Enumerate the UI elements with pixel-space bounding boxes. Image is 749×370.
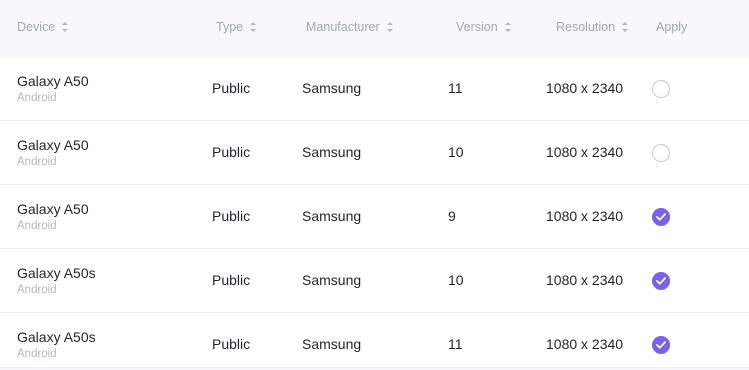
column-header-apply: Apply <box>656 18 687 36</box>
check-icon <box>656 277 666 285</box>
column-header-manufacturer-label: Manufacturer <box>306 20 380 34</box>
device-table: Device Type Manufacturer Version Resolut… <box>0 0 749 370</box>
device-manufacturer: Samsung <box>302 336 362 352</box>
device-resolution: 1080 x 2340 <box>546 272 624 288</box>
device-manufacturer: Samsung <box>302 272 362 288</box>
device-manufacturer: Samsung <box>302 144 362 160</box>
column-header-type[interactable]: Type <box>216 18 257 36</box>
column-header-version-label: Version <box>456 20 498 34</box>
apply-radio[interactable] <box>652 208 670 226</box>
device-name: Galaxy A50 <box>17 73 89 89</box>
device-type: Public <box>212 208 251 224</box>
sort-icon[interactable] <box>61 20 69 34</box>
sort-icon[interactable] <box>504 20 512 34</box>
column-header-device-label: Device <box>17 20 56 34</box>
check-icon <box>656 213 666 221</box>
device-version: 10 <box>448 272 464 288</box>
column-header-resolution-label: Resolution <box>556 20 616 34</box>
device-os: Android <box>17 156 57 168</box>
device-os: Android <box>17 220 57 232</box>
device-manufacturer: Samsung <box>302 80 362 96</box>
device-name: Galaxy A50 <box>17 137 89 153</box>
device-name: Galaxy A50s <box>17 265 96 281</box>
device-os: Android <box>17 284 57 296</box>
table-row[interactable]: Galaxy A50 Android Public Samsung 11 108… <box>0 57 749 121</box>
device-version: 10 <box>448 144 464 160</box>
device-type: Public <box>212 144 251 160</box>
device-manufacturer: Samsung <box>302 208 362 224</box>
device-name: Galaxy A50s <box>17 329 96 345</box>
apply-radio[interactable] <box>652 80 670 98</box>
sort-icon[interactable] <box>621 20 629 34</box>
sort-icon[interactable] <box>249 20 257 34</box>
device-version: 9 <box>448 208 456 224</box>
column-header-apply-label: Apply <box>656 20 688 34</box>
device-os: Android <box>17 92 57 104</box>
sort-icon[interactable] <box>386 20 394 34</box>
apply-radio[interactable] <box>652 272 670 290</box>
device-resolution: 1080 x 2340 <box>546 336 624 352</box>
apply-radio[interactable] <box>652 144 670 162</box>
table-row[interactable]: Galaxy A50 Android Public Samsung 10 108… <box>0 121 749 185</box>
table-row[interactable]: Galaxy A50s Android Public Samsung 10 10… <box>0 249 749 313</box>
table-row[interactable]: Galaxy A50s Android Public Samsung 11 10… <box>0 313 749 368</box>
column-header-device[interactable]: Device <box>17 18 69 36</box>
column-header-version[interactable]: Version <box>456 18 512 36</box>
device-version: 11 <box>448 336 463 352</box>
device-type: Public <box>212 272 251 288</box>
column-header-type-label: Type <box>216 20 244 34</box>
device-resolution: 1080 x 2340 <box>546 208 624 224</box>
column-header-manufacturer[interactable]: Manufacturer <box>306 18 394 36</box>
table-header: Device Type Manufacturer Version Resolut… <box>0 0 749 56</box>
device-os: Android <box>17 348 57 360</box>
table-row[interactable]: Galaxy A50 Android Public Samsung 9 1080… <box>0 185 749 249</box>
check-icon <box>656 341 666 349</box>
device-type: Public <box>212 80 251 96</box>
device-type: Public <box>212 336 251 352</box>
device-version: 11 <box>448 80 463 96</box>
apply-radio[interactable] <box>652 336 670 354</box>
device-name: Galaxy A50 <box>17 201 89 217</box>
column-header-resolution[interactable]: Resolution <box>556 18 629 36</box>
device-resolution: 1080 x 2340 <box>546 80 624 96</box>
device-resolution: 1080 x 2340 <box>546 144 624 160</box>
